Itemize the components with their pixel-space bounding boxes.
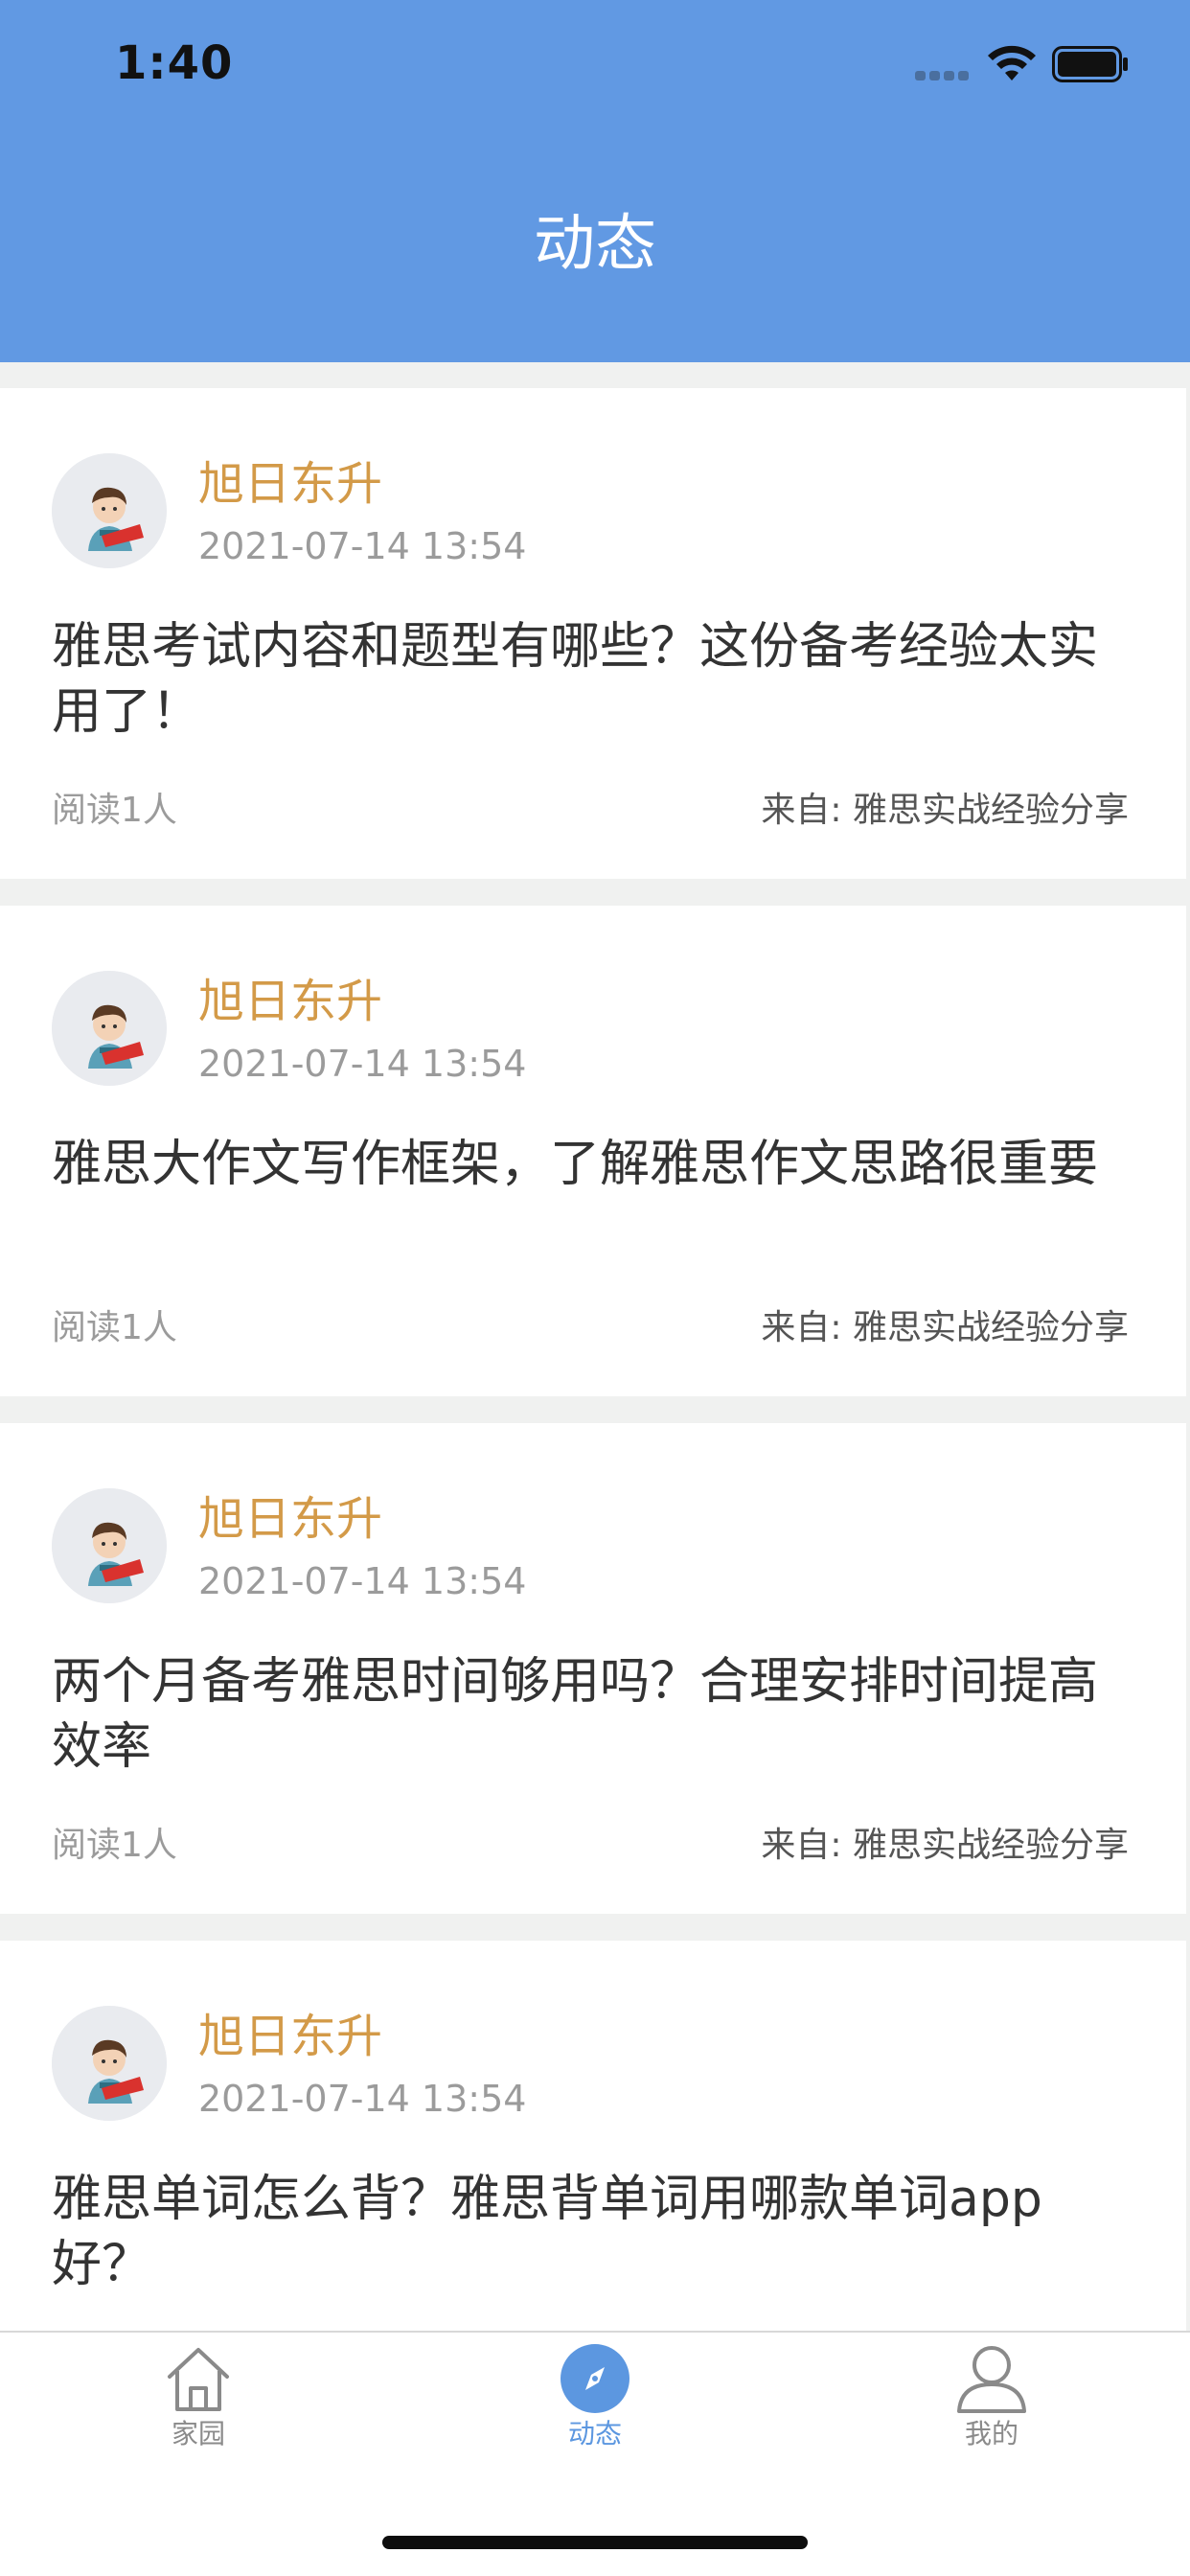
tab-profile[interactable]: 我的 — [896, 2342, 1087, 2476]
post-card[interactable]: 旭日东升 2021-07-14 13:54 雅思考试内容和题型有哪些？这份备考经… — [0, 388, 1186, 879]
avatar-boy-icon — [52, 2006, 167, 2121]
tab-home-label: 家园 — [171, 2418, 225, 2450]
battery-icon — [1052, 46, 1128, 82]
avatar-boy-icon — [52, 1488, 167, 1603]
post-title[interactable]: 雅思大作文写作框架，了解雅思作文思路很重要 — [52, 1132, 1134, 1197]
compass-icon — [561, 2344, 629, 2413]
post-source[interactable]: 来自: 雅思实战经验分享 — [761, 1824, 1129, 1868]
tab-profile-label: 我的 — [964, 2418, 1018, 2450]
post-time: 2021-07-14 13:54 — [198, 2078, 527, 2120]
post-time: 2021-07-14 13:54 — [198, 525, 527, 567]
screen: 1:40 动态 旭日东升 2021-07-14 13:54 雅思考试内容和题型有… — [0, 0, 1190, 2576]
home-icon — [168, 2348, 229, 2411]
post-title[interactable]: 雅思考试内容和题型有哪些？这份备考经验太实用了！ — [52, 614, 1134, 745]
post-card[interactable]: 旭日东升 2021-07-14 13:54 雅思大作文写作框架，了解雅思作文思路… — [0, 906, 1186, 1396]
author-avatar[interactable] — [52, 2006, 167, 2121]
user-icon — [957, 2346, 1026, 2413]
post-title[interactable]: 雅思单词怎么背？雅思背单词用哪款单词app好？ — [52, 2167, 1134, 2297]
author-avatar[interactable] — [52, 1488, 167, 1603]
status-time: 1:40 — [115, 36, 234, 90]
post-time: 2021-07-14 13:54 — [198, 1043, 527, 1085]
wifi-icon — [988, 45, 1036, 80]
author-name[interactable]: 旭日东升 — [198, 973, 382, 1030]
read-count: 阅读1人 — [52, 1308, 177, 1347]
author-avatar[interactable] — [52, 453, 167, 568]
page-title: 动态 — [534, 209, 656, 280]
author-name[interactable]: 旭日东升 — [198, 455, 382, 513]
read-count: 阅读1人 — [52, 1826, 177, 1865]
home-indicator[interactable] — [382, 2536, 808, 2549]
author-avatar[interactable] — [52, 971, 167, 1086]
author-name[interactable]: 旭日东升 — [198, 1490, 382, 1548]
post-card[interactable]: 旭日东升 2021-07-14 13:54 两个月备考雅思时间够用吗？合理安排时… — [0, 1423, 1186, 1914]
tab-moments-label: 动态 — [567, 2418, 622, 2450]
post-source[interactable]: 来自: 雅思实战经验分享 — [761, 1306, 1129, 1350]
tab-home[interactable]: 家园 — [103, 2342, 294, 2476]
tab-moments[interactable]: 动态 — [499, 2342, 691, 2476]
header: 1:40 动态 — [0, 0, 1190, 362]
read-count: 阅读1人 — [52, 791, 177, 830]
post-time: 2021-07-14 13:54 — [198, 1560, 527, 1602]
signal-icon — [915, 71, 973, 82]
post-title[interactable]: 两个月备考雅思时间够用吗？合理安排时间提高效率 — [52, 1649, 1134, 1780]
avatar-boy-icon — [52, 971, 167, 1086]
avatar-boy-icon — [52, 453, 167, 568]
author-name[interactable]: 旭日东升 — [198, 2008, 382, 2065]
post-source[interactable]: 来自: 雅思实战经验分享 — [761, 789, 1129, 833]
